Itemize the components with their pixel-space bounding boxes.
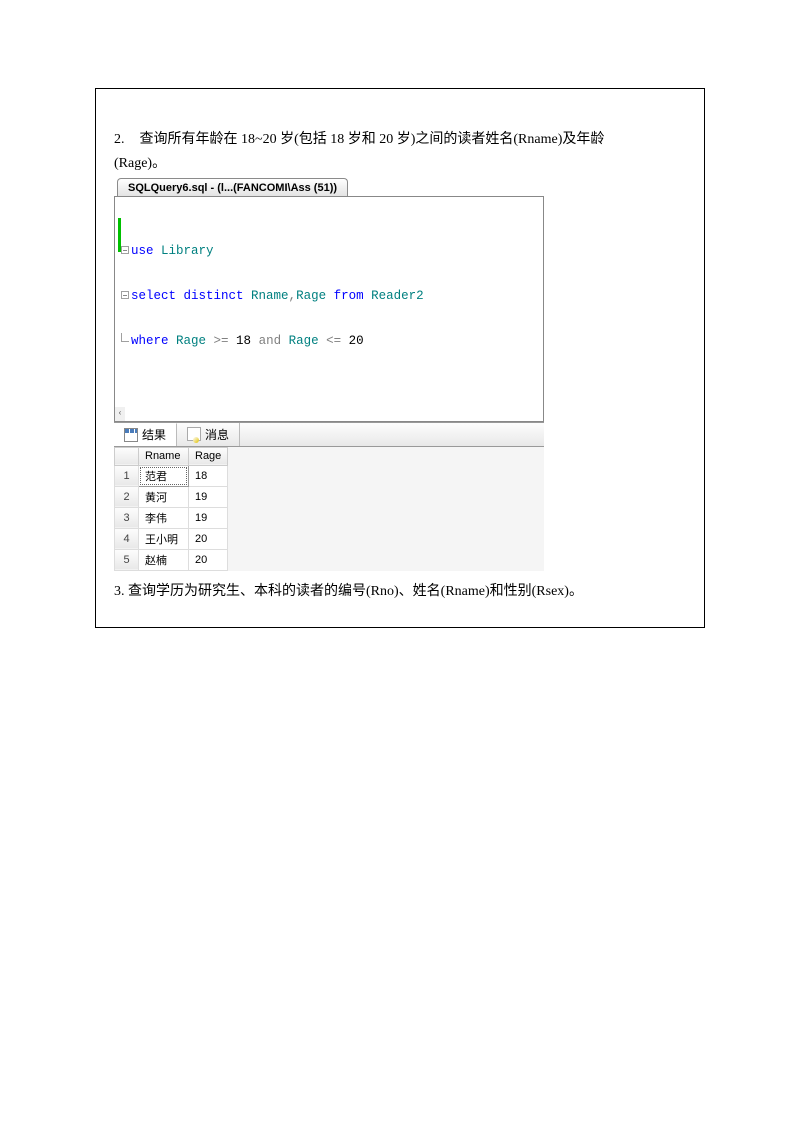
ident-library: Library <box>154 244 214 258</box>
row-num: 1 <box>115 465 139 486</box>
question-text-line2: (Rage)。 <box>114 156 166 171</box>
results-grid[interactable]: Rname Rage 1 范君 18 2 黄河 19 3 李伟 19 <box>114 447 228 571</box>
fold-icon[interactable] <box>121 246 129 254</box>
kw-use: use <box>131 244 154 258</box>
tab-results-label: 结果 <box>142 426 166 443</box>
comma: , <box>289 289 297 303</box>
results-panel: 结果 消息 Rname Rage 1 范君 18 <box>114 422 544 571</box>
row-num: 3 <box>115 507 139 528</box>
row-num: 2 <box>115 486 139 507</box>
editor-tab-title: SQLQuery6.sql - (l...(FANCOMI\Ass (51)) <box>128 182 337 194</box>
cell-rname[interactable]: 李伟 <box>139 507 189 528</box>
code-line-1: use Library <box>121 243 537 260</box>
table-row[interactable]: 3 李伟 19 <box>115 507 228 528</box>
cell-rage[interactable]: 20 <box>189 549 228 570</box>
col-rname: Rname <box>251 289 289 303</box>
code-line-3: where Rage >= 18 and Rage <= 20 <box>121 333 537 350</box>
kw-where: where <box>131 334 169 348</box>
kw-from: from <box>334 289 364 303</box>
question-number: 3. <box>114 584 125 599</box>
sql-editor: SQLQuery6.sql - (l...(FANCOMI\Ass (51)) … <box>114 178 544 571</box>
table-row[interactable]: 2 黄河 19 <box>115 486 228 507</box>
tab-messages-label: 消息 <box>205 426 229 443</box>
cell-rname[interactable]: 范君 <box>139 465 189 486</box>
results-tabs: 结果 消息 <box>114 423 544 447</box>
cell-rname[interactable]: 赵楠 <box>139 549 189 570</box>
row-num: 5 <box>115 549 139 570</box>
table-reader2: Reader2 <box>364 289 424 303</box>
table-row[interactable]: 1 范君 18 <box>115 465 228 486</box>
col-rage: Rage <box>281 334 326 348</box>
header-rage[interactable]: Rage <box>189 447 228 465</box>
question-number: 2. <box>114 129 136 151</box>
question-text: 查询学历为研究生、本科的读者的编号(Rno)、姓名(Rname)和性别(Rsex… <box>128 584 583 599</box>
cell-rname[interactable]: 黄河 <box>139 486 189 507</box>
editor-body[interactable]: use Library select distinct Rname,Rage f… <box>114 196 544 422</box>
table-row[interactable]: 4 王小明 20 <box>115 528 228 549</box>
col-rage: Rage <box>169 334 214 348</box>
tab-results[interactable]: 结果 <box>114 423 177 446</box>
code-line-2: select distinct Rname,Rage from Reader2 <box>121 288 537 305</box>
fold-icon[interactable] <box>121 291 129 299</box>
question-3: 3. 查询学历为研究生、本科的读者的编号(Rno)、姓名(Rname)和性别(R… <box>114 581 686 603</box>
scroll-left-button[interactable]: ‹ <box>115 407 125 421</box>
tab-messages[interactable]: 消息 <box>177 423 240 446</box>
cell-rage[interactable]: 19 <box>189 486 228 507</box>
header-rname[interactable]: Rname <box>139 447 189 465</box>
op-gte: >= <box>214 334 229 348</box>
editor-tab[interactable]: SQLQuery6.sql - (l...(FANCOMI\Ass (51)) <box>117 178 348 197</box>
kw-distinct: distinct <box>176 289 251 303</box>
document-page: 2. 查询所有年龄在 18~20 岁(包括 18 岁和 20 岁)之间的读者姓名… <box>95 88 705 628</box>
row-num: 4 <box>115 528 139 549</box>
op-lte: <= <box>326 334 341 348</box>
table-row[interactable]: 5 赵楠 20 <box>115 549 228 570</box>
cell-rage[interactable]: 19 <box>189 507 228 528</box>
val-20: 20 <box>341 334 364 348</box>
question-text-line1: 查询所有年龄在 18~20 岁(包括 18 岁和 20 岁)之间的读者姓名(Rn… <box>140 132 605 147</box>
kw-select: select <box>131 289 176 303</box>
cell-rname[interactable]: 王小明 <box>139 528 189 549</box>
kw-and: and <box>259 334 282 348</box>
cell-rage[interactable]: 18 <box>189 465 228 486</box>
val-18: 18 <box>229 334 259 348</box>
question-2-cont: (Rage)。 <box>114 153 686 175</box>
message-icon <box>187 427 201 441</box>
cell-rage[interactable]: 20 <box>189 528 228 549</box>
col-rage: Rage <box>296 289 334 303</box>
header-row: Rname Rage <box>115 447 228 465</box>
header-corner[interactable] <box>115 447 139 465</box>
fold-end-icon <box>121 333 129 342</box>
grid-icon <box>124 428 138 442</box>
question-2: 2. 查询所有年龄在 18~20 岁(包括 18 岁和 20 岁)之间的读者姓名… <box>114 129 686 151</box>
